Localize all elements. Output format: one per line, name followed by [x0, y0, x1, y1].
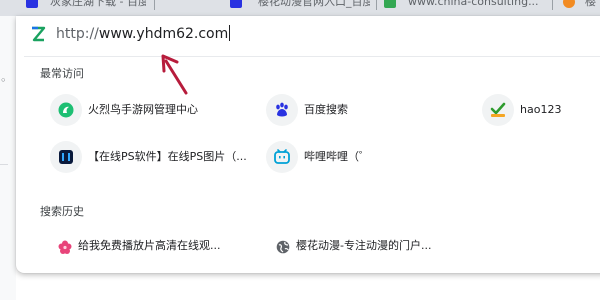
- history-item-label: 给我免费播放片高清在线观...: [78, 239, 221, 252]
- globe-icon: [276, 240, 290, 254]
- tab-2[interactable]: 樱花动漫官网入口_百度: [230, 0, 370, 16]
- baidu-paw-icon: [276, 102, 288, 117]
- tab-title: 樱花动漫官网入口_百度: [258, 0, 370, 8]
- tab-4[interactable]: 樱: [563, 0, 600, 16]
- baidu-paw-icon: [26, 0, 38, 8]
- hao123-icon: [490, 102, 506, 117]
- omnibox-dropdown: http://www.yhdm62.com 最常访问 火烈鸟手游网管理中心 百度…: [16, 16, 600, 273]
- tab-1[interactable]: 灰家庄湖下载 - 百度: [26, 0, 146, 16]
- tab-title: 灰家庄湖下载 - 百度: [50, 0, 146, 8]
- tab-3[interactable]: www.china-consulting...: [384, 0, 544, 16]
- frequent-item-label: 火烈鸟手游网管理中心: [88, 103, 198, 116]
- frequent-title: 最常访问: [40, 67, 84, 80]
- sakura-flower-icon: [58, 240, 72, 254]
- tab-separator: [154, 0, 155, 10]
- history-item-label: 樱花动漫-专注动漫的门户...: [296, 239, 432, 252]
- url-text[interactable]: http://www.yhdm62.com: [56, 25, 231, 43]
- address-bar[interactable]: http://www.yhdm62.com: [16, 16, 600, 50]
- history-title: 搜索历史: [40, 205, 84, 218]
- frequent-item-label: 哔哩哔哩（゜: [304, 150, 370, 163]
- tab-strip: 灰家庄湖下载 - 百度 樱花动漫官网入口_百度 www.china-consul…: [0, 0, 600, 16]
- divider: [24, 56, 600, 57]
- background-divider: [0, 164, 8, 165]
- z-logo-icon: [32, 26, 46, 42]
- frequent-item-label: 【在线PS软件】在线PS图片（...: [88, 150, 247, 163]
- frequent-item-label: 百度搜索: [304, 103, 348, 116]
- bilibili-icon: [274, 149, 290, 164]
- frequent-item-label: hao123: [520, 103, 562, 116]
- text-caret: [229, 25, 231, 41]
- tab-title: 樱: [585, 0, 596, 8]
- flamingo-icon: [58, 102, 74, 118]
- site-icon: [563, 0, 575, 8]
- site-icon: [384, 0, 396, 8]
- url-scheme: http://: [56, 26, 99, 42]
- tab-title: www.china-consulting...: [408, 0, 539, 8]
- tab-separator: [376, 0, 377, 10]
- baidu-paw-icon: [230, 0, 242, 8]
- tab-separator: [552, 0, 553, 10]
- background-glyph: ◦: [0, 74, 7, 87]
- ps-online-icon: [59, 150, 73, 164]
- background-page: ◦: [0, 16, 16, 300]
- url-host: www.yhdm62.com: [98, 26, 229, 42]
